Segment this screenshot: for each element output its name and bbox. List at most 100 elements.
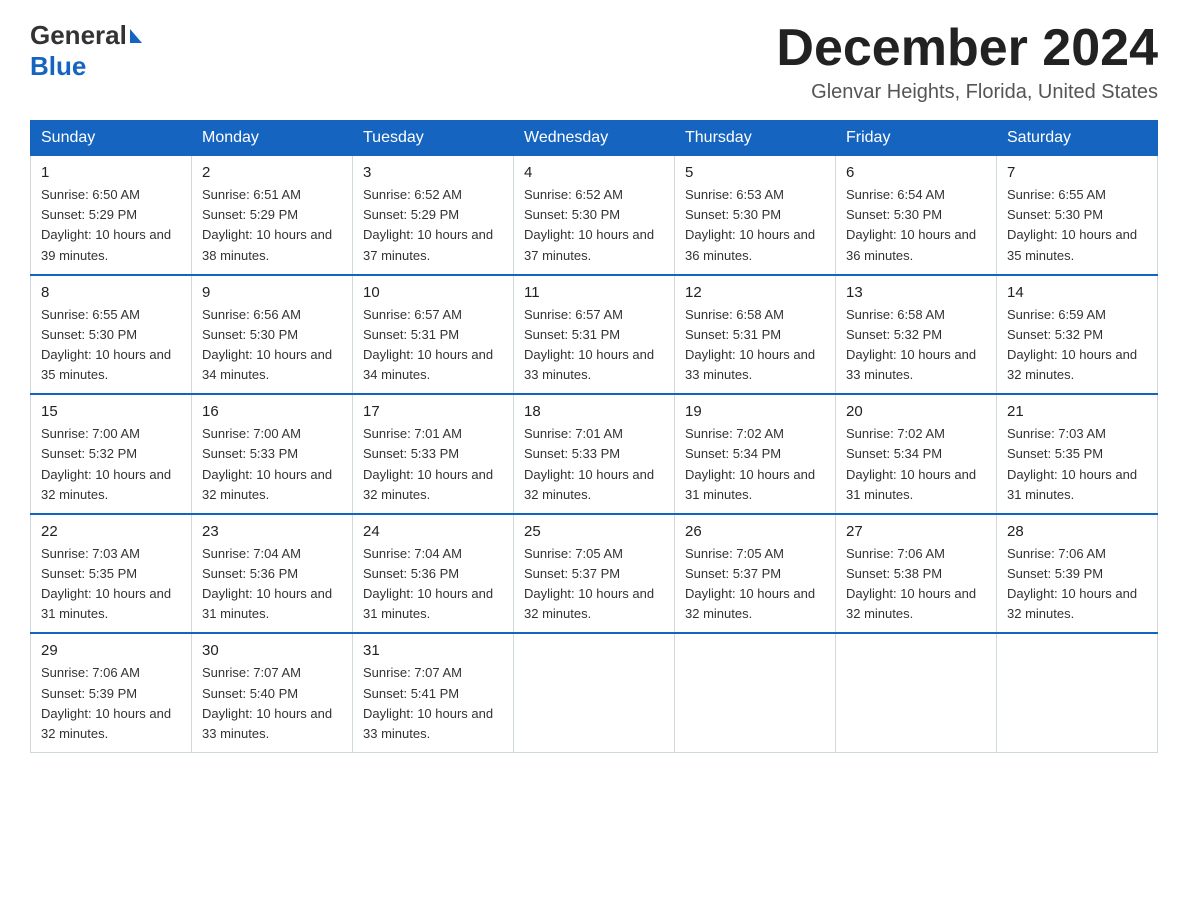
day-number: 12 [685, 284, 825, 301]
calendar-cell: 12 Sunrise: 6:58 AMSunset: 5:31 PMDaylig… [675, 275, 836, 395]
day-number: 30 [202, 642, 342, 659]
logo-general-text: General [30, 20, 127, 51]
day-number: 17 [363, 403, 503, 420]
day-info: Sunrise: 6:55 AMSunset: 5:30 PMDaylight:… [1007, 187, 1137, 262]
day-info: Sunrise: 6:52 AMSunset: 5:29 PMDaylight:… [363, 187, 493, 262]
day-info: Sunrise: 6:51 AMSunset: 5:29 PMDaylight:… [202, 187, 332, 262]
calendar-cell [997, 633, 1158, 752]
calendar-week-row: 1 Sunrise: 6:50 AMSunset: 5:29 PMDayligh… [31, 156, 1158, 275]
calendar-header-row: Sunday Monday Tuesday Wednesday Thursday… [31, 121, 1158, 156]
col-saturday: Saturday [997, 121, 1158, 156]
day-number: 18 [524, 403, 664, 420]
calendar-cell: 5 Sunrise: 6:53 AMSunset: 5:30 PMDayligh… [675, 156, 836, 275]
day-number: 19 [685, 403, 825, 420]
calendar-cell: 9 Sunrise: 6:56 AMSunset: 5:30 PMDayligh… [192, 275, 353, 395]
day-number: 31 [363, 642, 503, 659]
day-number: 29 [41, 642, 181, 659]
calendar-week-row: 8 Sunrise: 6:55 AMSunset: 5:30 PMDayligh… [31, 275, 1158, 395]
col-tuesday: Tuesday [353, 121, 514, 156]
logo-arrow-icon [130, 29, 142, 43]
day-info: Sunrise: 7:06 AMSunset: 5:38 PMDaylight:… [846, 546, 976, 621]
day-info: Sunrise: 6:58 AMSunset: 5:31 PMDaylight:… [685, 307, 815, 382]
calendar-cell: 18 Sunrise: 7:01 AMSunset: 5:33 PMDaylig… [514, 394, 675, 514]
calendar-cell: 1 Sunrise: 6:50 AMSunset: 5:29 PMDayligh… [31, 156, 192, 275]
calendar-cell: 21 Sunrise: 7:03 AMSunset: 5:35 PMDaylig… [997, 394, 1158, 514]
calendar-cell: 24 Sunrise: 7:04 AMSunset: 5:36 PMDaylig… [353, 514, 514, 634]
day-number: 15 [41, 403, 181, 420]
day-info: Sunrise: 6:54 AMSunset: 5:30 PMDaylight:… [846, 187, 976, 262]
day-number: 21 [1007, 403, 1147, 420]
day-info: Sunrise: 6:52 AMSunset: 5:30 PMDaylight:… [524, 187, 654, 262]
calendar-cell: 6 Sunrise: 6:54 AMSunset: 5:30 PMDayligh… [836, 156, 997, 275]
day-number: 6 [846, 164, 986, 181]
day-info: Sunrise: 7:07 AMSunset: 5:41 PMDaylight:… [363, 665, 493, 740]
day-number: 7 [1007, 164, 1147, 181]
page-header: General Blue December 2024 Glenvar Heigh… [30, 20, 1158, 104]
day-info: Sunrise: 6:57 AMSunset: 5:31 PMDaylight:… [524, 307, 654, 382]
day-number: 23 [202, 523, 342, 540]
day-number: 10 [363, 284, 503, 301]
calendar-table: Sunday Monday Tuesday Wednesday Thursday… [30, 120, 1158, 753]
calendar-cell: 14 Sunrise: 6:59 AMSunset: 5:32 PMDaylig… [997, 275, 1158, 395]
logo: General Blue [30, 20, 142, 82]
day-info: Sunrise: 6:59 AMSunset: 5:32 PMDaylight:… [1007, 307, 1137, 382]
day-info: Sunrise: 7:05 AMSunset: 5:37 PMDaylight:… [524, 546, 654, 621]
calendar-cell: 29 Sunrise: 7:06 AMSunset: 5:39 PMDaylig… [31, 633, 192, 752]
calendar-cell: 13 Sunrise: 6:58 AMSunset: 5:32 PMDaylig… [836, 275, 997, 395]
calendar-cell: 22 Sunrise: 7:03 AMSunset: 5:35 PMDaylig… [31, 514, 192, 634]
day-info: Sunrise: 7:05 AMSunset: 5:37 PMDaylight:… [685, 546, 815, 621]
calendar-cell: 10 Sunrise: 6:57 AMSunset: 5:31 PMDaylig… [353, 275, 514, 395]
calendar-cell: 8 Sunrise: 6:55 AMSunset: 5:30 PMDayligh… [31, 275, 192, 395]
day-number: 14 [1007, 284, 1147, 301]
day-info: Sunrise: 7:00 AMSunset: 5:33 PMDaylight:… [202, 426, 332, 501]
calendar-week-row: 22 Sunrise: 7:03 AMSunset: 5:35 PMDaylig… [31, 514, 1158, 634]
day-number: 4 [524, 164, 664, 181]
day-info: Sunrise: 7:02 AMSunset: 5:34 PMDaylight:… [685, 426, 815, 501]
day-info: Sunrise: 7:06 AMSunset: 5:39 PMDaylight:… [1007, 546, 1137, 621]
calendar-cell: 7 Sunrise: 6:55 AMSunset: 5:30 PMDayligh… [997, 156, 1158, 275]
day-number: 9 [202, 284, 342, 301]
calendar-cell: 2 Sunrise: 6:51 AMSunset: 5:29 PMDayligh… [192, 156, 353, 275]
calendar-cell: 16 Sunrise: 7:00 AMSunset: 5:33 PMDaylig… [192, 394, 353, 514]
day-number: 24 [363, 523, 503, 540]
day-info: Sunrise: 6:55 AMSunset: 5:30 PMDaylight:… [41, 307, 171, 382]
col-wednesday: Wednesday [514, 121, 675, 156]
calendar-cell [836, 633, 997, 752]
calendar-week-row: 29 Sunrise: 7:06 AMSunset: 5:39 PMDaylig… [31, 633, 1158, 752]
day-info: Sunrise: 7:06 AMSunset: 5:39 PMDaylight:… [41, 665, 171, 740]
calendar-cell: 30 Sunrise: 7:07 AMSunset: 5:40 PMDaylig… [192, 633, 353, 752]
day-number: 28 [1007, 523, 1147, 540]
day-number: 1 [41, 164, 181, 181]
day-info: Sunrise: 7:01 AMSunset: 5:33 PMDaylight:… [524, 426, 654, 501]
calendar-cell: 23 Sunrise: 7:04 AMSunset: 5:36 PMDaylig… [192, 514, 353, 634]
calendar-cell: 25 Sunrise: 7:05 AMSunset: 5:37 PMDaylig… [514, 514, 675, 634]
day-number: 13 [846, 284, 986, 301]
calendar-cell: 27 Sunrise: 7:06 AMSunset: 5:38 PMDaylig… [836, 514, 997, 634]
col-monday: Monday [192, 121, 353, 156]
calendar-cell: 28 Sunrise: 7:06 AMSunset: 5:39 PMDaylig… [997, 514, 1158, 634]
location-text: Glenvar Heights, Florida, United States [776, 81, 1158, 104]
col-thursday: Thursday [675, 121, 836, 156]
day-number: 8 [41, 284, 181, 301]
day-number: 25 [524, 523, 664, 540]
day-info: Sunrise: 7:04 AMSunset: 5:36 PMDaylight:… [363, 546, 493, 621]
day-info: Sunrise: 7:03 AMSunset: 5:35 PMDaylight:… [41, 546, 171, 621]
day-number: 20 [846, 403, 986, 420]
calendar-cell: 20 Sunrise: 7:02 AMSunset: 5:34 PMDaylig… [836, 394, 997, 514]
day-number: 16 [202, 403, 342, 420]
day-number: 22 [41, 523, 181, 540]
day-number: 27 [846, 523, 986, 540]
day-number: 5 [685, 164, 825, 181]
day-info: Sunrise: 6:58 AMSunset: 5:32 PMDaylight:… [846, 307, 976, 382]
day-info: Sunrise: 6:50 AMSunset: 5:29 PMDaylight:… [41, 187, 171, 262]
day-number: 3 [363, 164, 503, 181]
day-info: Sunrise: 7:07 AMSunset: 5:40 PMDaylight:… [202, 665, 332, 740]
day-info: Sunrise: 7:04 AMSunset: 5:36 PMDaylight:… [202, 546, 332, 621]
calendar-cell: 15 Sunrise: 7:00 AMSunset: 5:32 PMDaylig… [31, 394, 192, 514]
col-sunday: Sunday [31, 121, 192, 156]
day-info: Sunrise: 7:01 AMSunset: 5:33 PMDaylight:… [363, 426, 493, 501]
day-number: 11 [524, 284, 664, 301]
day-info: Sunrise: 7:00 AMSunset: 5:32 PMDaylight:… [41, 426, 171, 501]
day-number: 2 [202, 164, 342, 181]
calendar-cell [514, 633, 675, 752]
